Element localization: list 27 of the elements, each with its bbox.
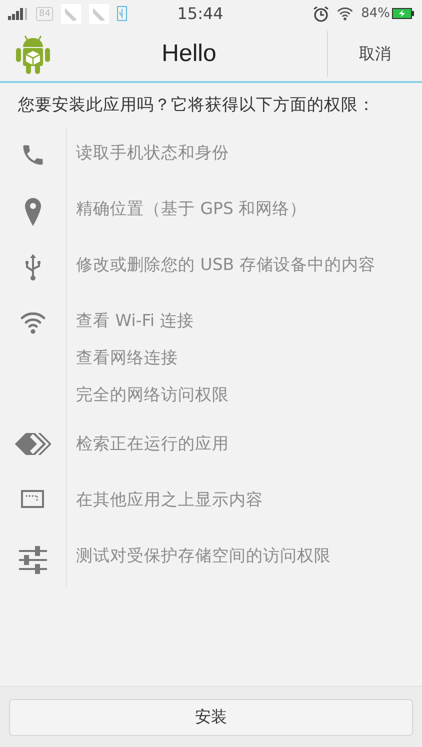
permission-text: 精确位置（基于 GPS 和网络）	[76, 198, 307, 220]
permission-text: 测试对受保护存储空间的访问权限	[76, 545, 331, 567]
signal-icon	[8, 8, 28, 20]
cancel-button[interactable]: 取消	[327, 31, 422, 77]
permission-text: 检索正在运行的应用	[76, 433, 229, 455]
permission-text: 查看网络连接	[76, 347, 179, 369]
install-prompt: 您要安装此应用吗？它将获得以下方面的权限：	[18, 94, 376, 116]
permission-text: 修改或删除您的 USB 存储设备中的内容	[76, 254, 376, 276]
battery-icon	[392, 8, 414, 19]
usb-icon	[24, 254, 42, 282]
wifi-icon	[337, 6, 354, 20]
permission-text: 完全的网络访问权限	[76, 384, 229, 406]
install-button[interactable]: 安装	[9, 699, 413, 736]
window-icon	[21, 489, 45, 509]
android-robot-icon	[15, 33, 51, 75]
battery-percent: 84%	[361, 6, 390, 21]
wifi-icon	[20, 310, 46, 336]
permission-text: 在其他应用之上显示内容	[76, 489, 263, 511]
permission-text: 查看 Wi-Fi 连接	[76, 310, 195, 332]
sliders-icon	[18, 545, 48, 575]
clock-time: 15:44	[176, 4, 224, 23]
app-title: Hello	[160, 40, 218, 68]
usb-notification-icon	[117, 6, 128, 21]
location-pin-icon	[24, 198, 42, 226]
stacked-diamonds-icon	[15, 433, 51, 455]
permission-text: 读取手机状态和身份	[76, 142, 229, 164]
alarm-clock-icon	[313, 6, 330, 22]
